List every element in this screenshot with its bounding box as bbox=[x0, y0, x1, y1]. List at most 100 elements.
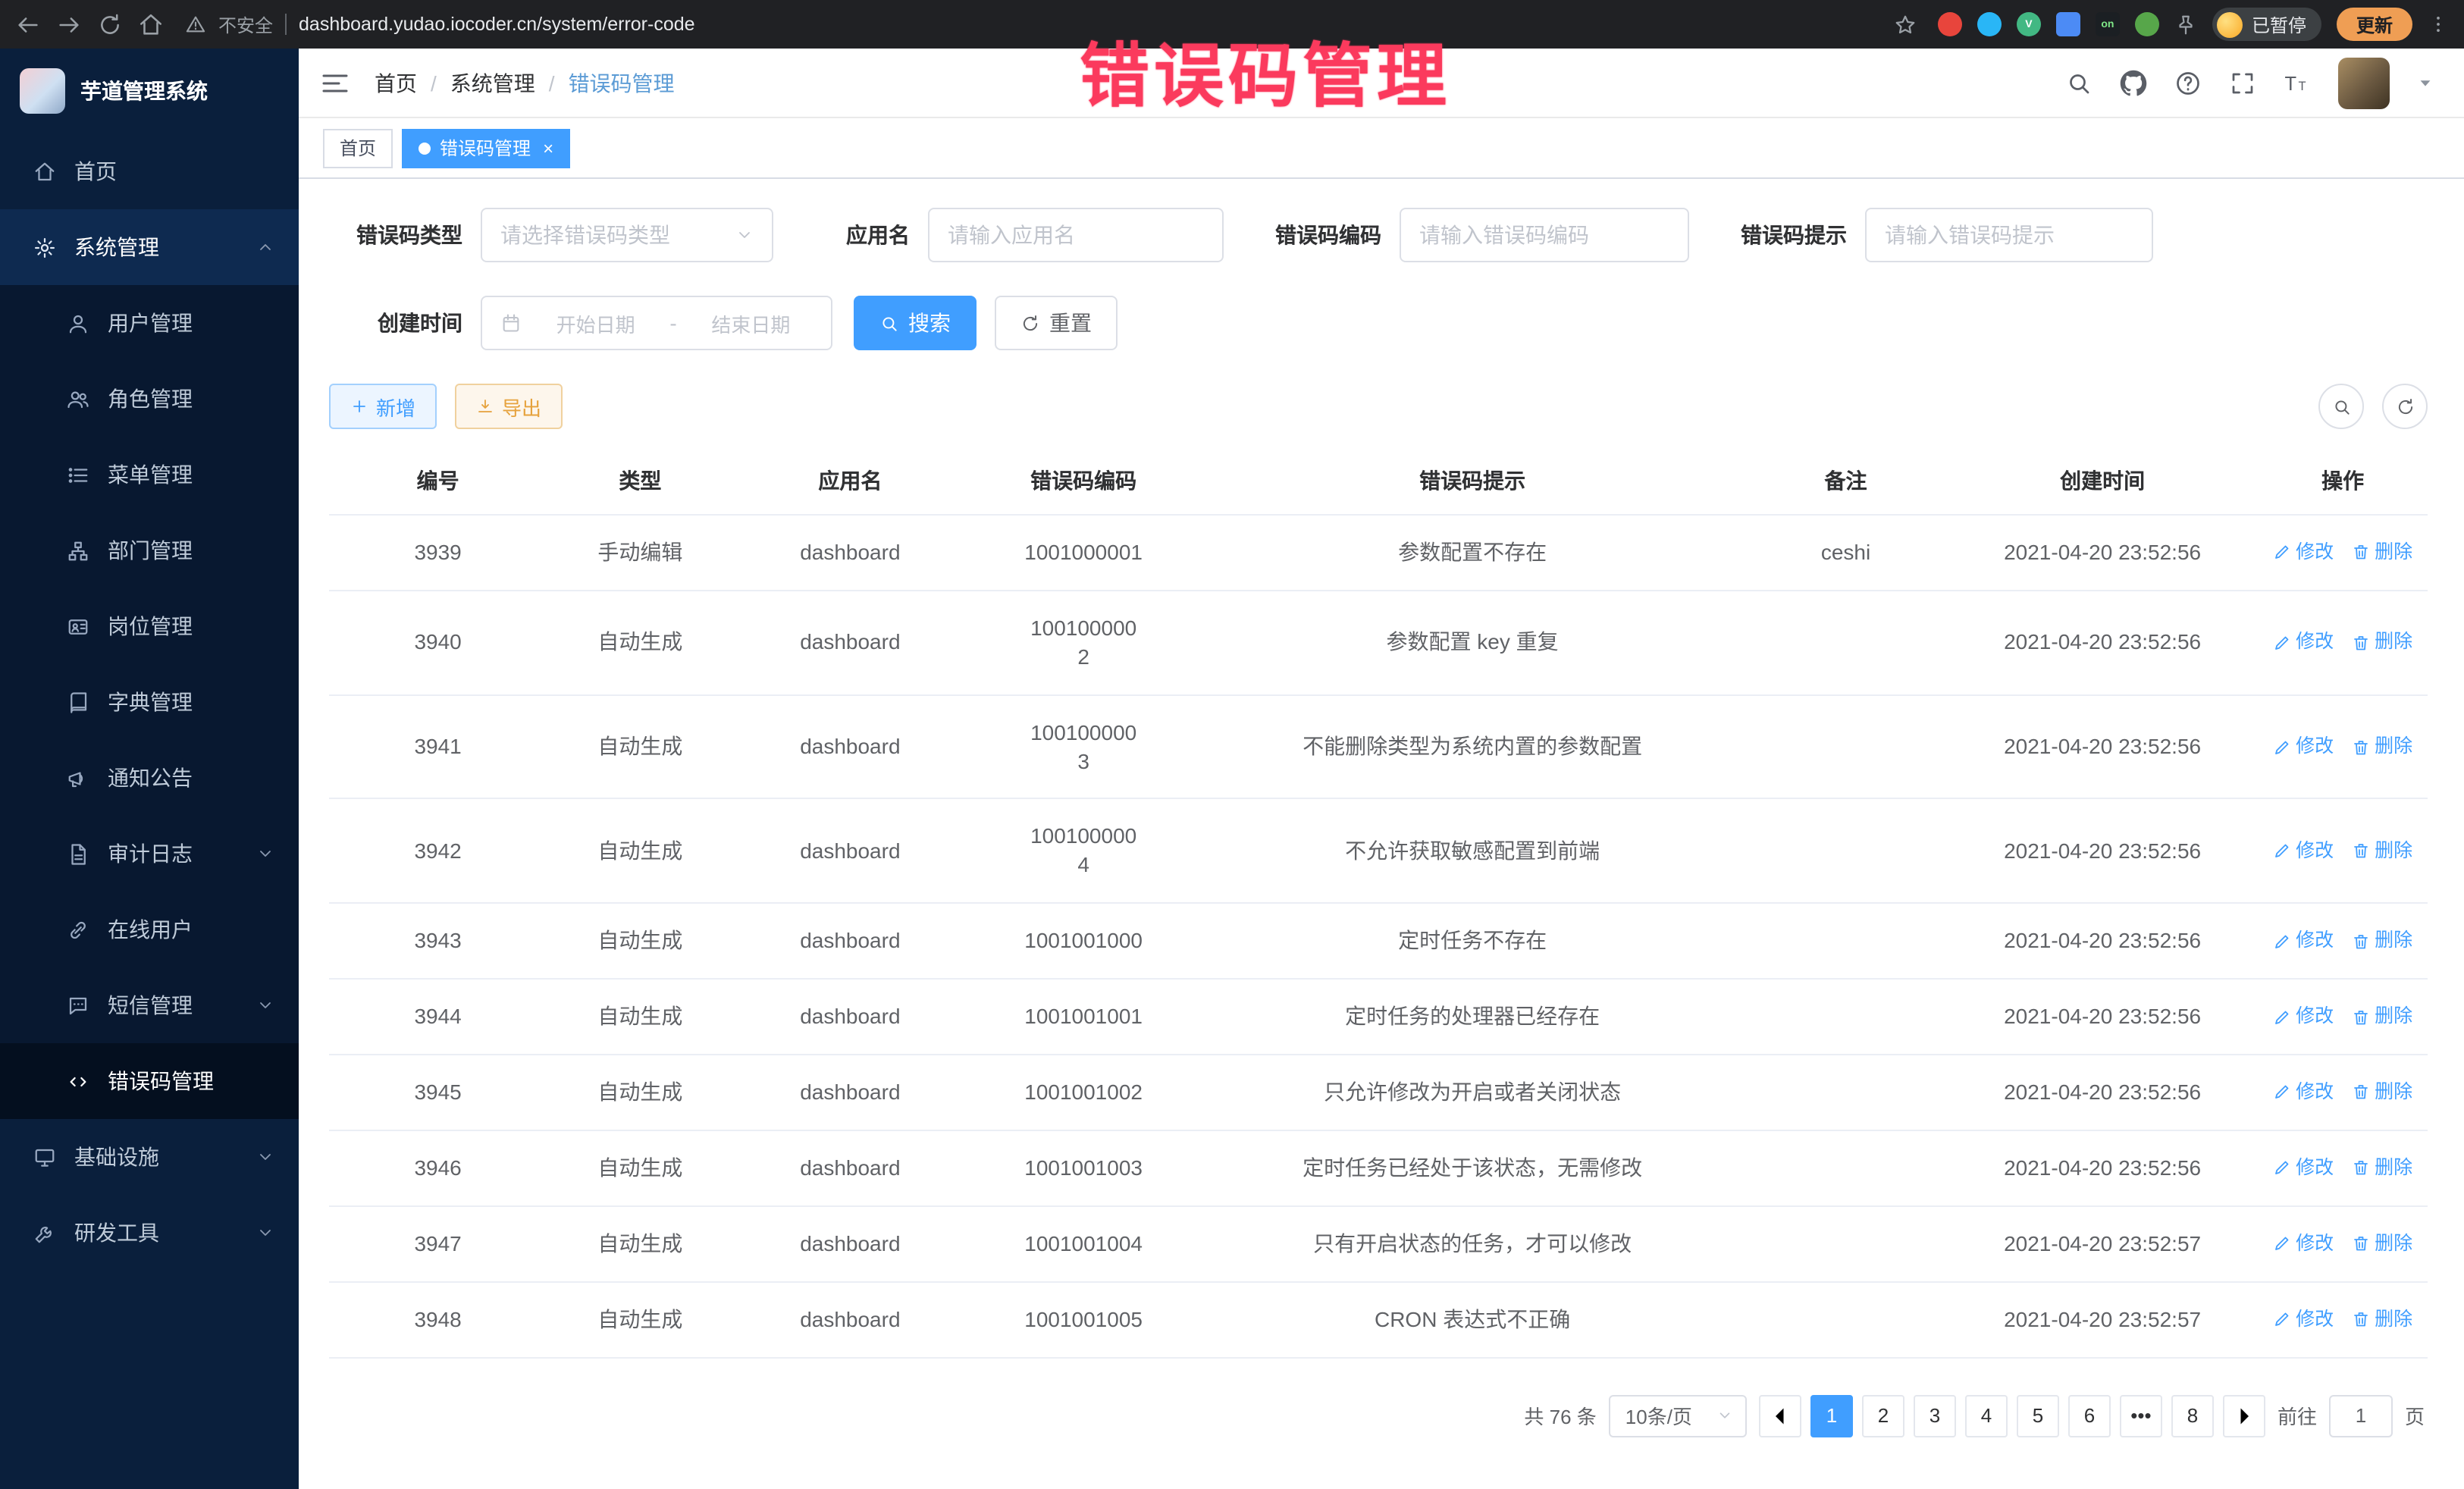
edit-link[interactable]: 修改 bbox=[2273, 928, 2334, 954]
cell-code: 1001000001 bbox=[967, 515, 1200, 591]
extension-icon[interactable] bbox=[1977, 12, 2002, 36]
sidebar-item-menu-management[interactable]: 菜单管理 bbox=[0, 437, 299, 513]
font-size-icon[interactable]: TT bbox=[2284, 69, 2311, 96]
delete-link[interactable]: 删除 bbox=[2352, 1231, 2412, 1257]
export-button[interactable]: 导出 bbox=[455, 384, 563, 429]
sidebar-item-sms-management[interactable]: 短信管理 bbox=[0, 967, 299, 1043]
page-size-select[interactable]: 10条/页 bbox=[1609, 1394, 1747, 1437]
add-button[interactable]: 新增 bbox=[329, 384, 437, 429]
github-icon[interactable] bbox=[2120, 69, 2147, 96]
sidebar-item-online-users[interactable]: 在线用户 bbox=[0, 892, 299, 967]
breadcrumb-item[interactable]: 首页 bbox=[375, 67, 417, 98]
help-icon[interactable] bbox=[2174, 69, 2202, 96]
delete-link[interactable]: 删除 bbox=[2352, 928, 2412, 954]
refresh-table-button[interactable] bbox=[2382, 384, 2428, 429]
sidebar-item-infrastructure[interactable]: 基础设施 bbox=[0, 1119, 299, 1195]
table-row: 3940自动生成dashboard1001000002参数配置 key 重复20… bbox=[329, 591, 2428, 695]
edit-link[interactable]: 修改 bbox=[2273, 839, 2334, 864]
page-button-5[interactable]: 5 bbox=[2017, 1394, 2059, 1437]
vue-devtools-extension-icon[interactable]: V bbox=[2017, 12, 2041, 36]
sidebar-item-notice-announcement[interactable]: 通知公告 bbox=[0, 740, 299, 816]
sidebar-item-role-management[interactable]: 角色管理 bbox=[0, 361, 299, 437]
more-pages-button[interactable]: ••• bbox=[2120, 1394, 2162, 1437]
delete-link[interactable]: 删除 bbox=[2352, 839, 2412, 864]
chevron-down-icon bbox=[256, 996, 274, 1014]
delete-link[interactable]: 删除 bbox=[2352, 540, 2412, 566]
edit-link[interactable]: 修改 bbox=[2273, 1231, 2334, 1257]
extension-icon[interactable]: on bbox=[2096, 12, 2120, 36]
error-type-select[interactable]: 请选择错误码类型 bbox=[481, 208, 773, 262]
delete-link[interactable]: 删除 bbox=[2352, 1080, 2412, 1105]
edit-link[interactable]: 修改 bbox=[2273, 1080, 2334, 1105]
goto-page-input[interactable] bbox=[2329, 1394, 2393, 1437]
delete-link[interactable]: 删除 bbox=[2352, 1155, 2412, 1181]
page-button-4[interactable]: 4 bbox=[1965, 1394, 2008, 1437]
fullscreen-icon[interactable] bbox=[2229, 69, 2256, 96]
page-button-6[interactable]: 6 bbox=[2068, 1394, 2111, 1437]
app-name-input[interactable] bbox=[928, 208, 1224, 262]
next-page-button[interactable] bbox=[2223, 1394, 2265, 1437]
reset-button[interactable]: 重置 bbox=[995, 296, 1118, 350]
browser-home-icon[interactable] bbox=[138, 11, 164, 37]
sidebar-item-audit-log[interactable]: 审计日志 bbox=[0, 816, 299, 892]
cell-code: 1001001001 bbox=[967, 979, 1200, 1055]
delete-link[interactable]: 删除 bbox=[2352, 1004, 2412, 1030]
update-button[interactable]: 更新 bbox=[2337, 8, 2412, 41]
edit-link[interactable]: 修改 bbox=[2273, 1306, 2334, 1332]
extensions-pin-icon[interactable] bbox=[2174, 13, 2197, 36]
edit-link[interactable]: 修改 bbox=[2273, 1155, 2334, 1181]
kebab-menu-icon[interactable] bbox=[2428, 14, 2449, 35]
sidebar-item-post-management[interactable]: 岗位管理 bbox=[0, 588, 299, 664]
toggle-search-button[interactable] bbox=[2318, 384, 2364, 429]
edit-link[interactable]: 修改 bbox=[2273, 630, 2334, 656]
date-range-picker[interactable]: 开始日期 - 结束日期 bbox=[481, 296, 832, 350]
forward-icon[interactable] bbox=[56, 11, 82, 37]
profile-chip[interactable]: 已暂停 bbox=[2212, 8, 2321, 41]
star-icon[interactable] bbox=[1894, 13, 1917, 36]
export-button-label: 导出 bbox=[502, 392, 541, 421]
screen: 不安全 dashboard.yudao.iocoder.cn/system/er… bbox=[0, 0, 2464, 1489]
start-date-placeholder[interactable]: 开始日期 bbox=[534, 309, 657, 337]
sidebar-item-error-code-management[interactable]: 错误码管理 bbox=[0, 1043, 299, 1119]
sidebar-item-dev-tools[interactable]: 研发工具 bbox=[0, 1195, 299, 1271]
extension-icon[interactable] bbox=[2135, 12, 2159, 36]
tab-首页[interactable]: 首页 bbox=[323, 128, 393, 168]
search-button[interactable]: 搜索 bbox=[854, 296, 977, 350]
search-icon[interactable] bbox=[2065, 69, 2093, 96]
error-code-input[interactable] bbox=[1400, 208, 1689, 262]
delete-link[interactable]: 删除 bbox=[2352, 630, 2412, 656]
extension-icon[interactable] bbox=[1938, 12, 1962, 36]
hamburger-icon[interactable] bbox=[320, 67, 350, 98]
reload-icon[interactable] bbox=[97, 11, 123, 37]
sidebar-item-user-management[interactable]: 用户管理 bbox=[0, 285, 299, 361]
user-avatar[interactable] bbox=[2338, 57, 2390, 108]
edit-link[interactable]: 修改 bbox=[2273, 540, 2334, 566]
address-bar[interactable]: 不安全 dashboard.yudao.iocoder.cn/system/er… bbox=[179, 11, 1923, 37]
close-icon[interactable]: × bbox=[543, 139, 553, 157]
url-text[interactable]: dashboard.yudao.iocoder.cn/system/error-… bbox=[299, 14, 695, 35]
prev-page-button[interactable] bbox=[1759, 1394, 1801, 1437]
end-date-placeholder[interactable]: 结束日期 bbox=[689, 309, 813, 337]
error-hint-input[interactable] bbox=[1865, 208, 2153, 262]
delete-link[interactable]: 删除 bbox=[2352, 734, 2412, 760]
cell-hint: CRON 表达式不正确 bbox=[1200, 1281, 1745, 1357]
breadcrumb-item[interactable]: 系统管理 bbox=[450, 67, 535, 98]
sidebar-item-home[interactable]: 首页 bbox=[0, 133, 299, 209]
page-button-1[interactable]: 1 bbox=[1810, 1394, 1853, 1437]
sidebar-item-dict-management[interactable]: 字典管理 bbox=[0, 664, 299, 740]
sidebar-item-system-management[interactable]: 系统管理 bbox=[0, 209, 299, 285]
page-button-3[interactable]: 3 bbox=[1914, 1394, 1956, 1437]
page-button-8[interactable]: 8 bbox=[2171, 1394, 2214, 1437]
cell-id: 3944 bbox=[329, 979, 547, 1055]
tab-错误码管理[interactable]: 错误码管理× bbox=[402, 128, 570, 168]
caret-down-icon[interactable] bbox=[2417, 74, 2434, 91]
edit-link[interactable]: 修改 bbox=[2273, 734, 2334, 760]
delete-link[interactable]: 删除 bbox=[2352, 1306, 2412, 1332]
cell-code: 1001000003 bbox=[967, 694, 1200, 799]
back-icon[interactable] bbox=[15, 11, 41, 37]
sidebar-item-dept-management[interactable]: 部门管理 bbox=[0, 513, 299, 588]
extension-icon[interactable] bbox=[2056, 12, 2080, 36]
page-button-2[interactable]: 2 bbox=[1862, 1394, 1904, 1437]
app-logo[interactable]: 芋道管理系统 bbox=[0, 49, 299, 133]
edit-link[interactable]: 修改 bbox=[2273, 1004, 2334, 1030]
